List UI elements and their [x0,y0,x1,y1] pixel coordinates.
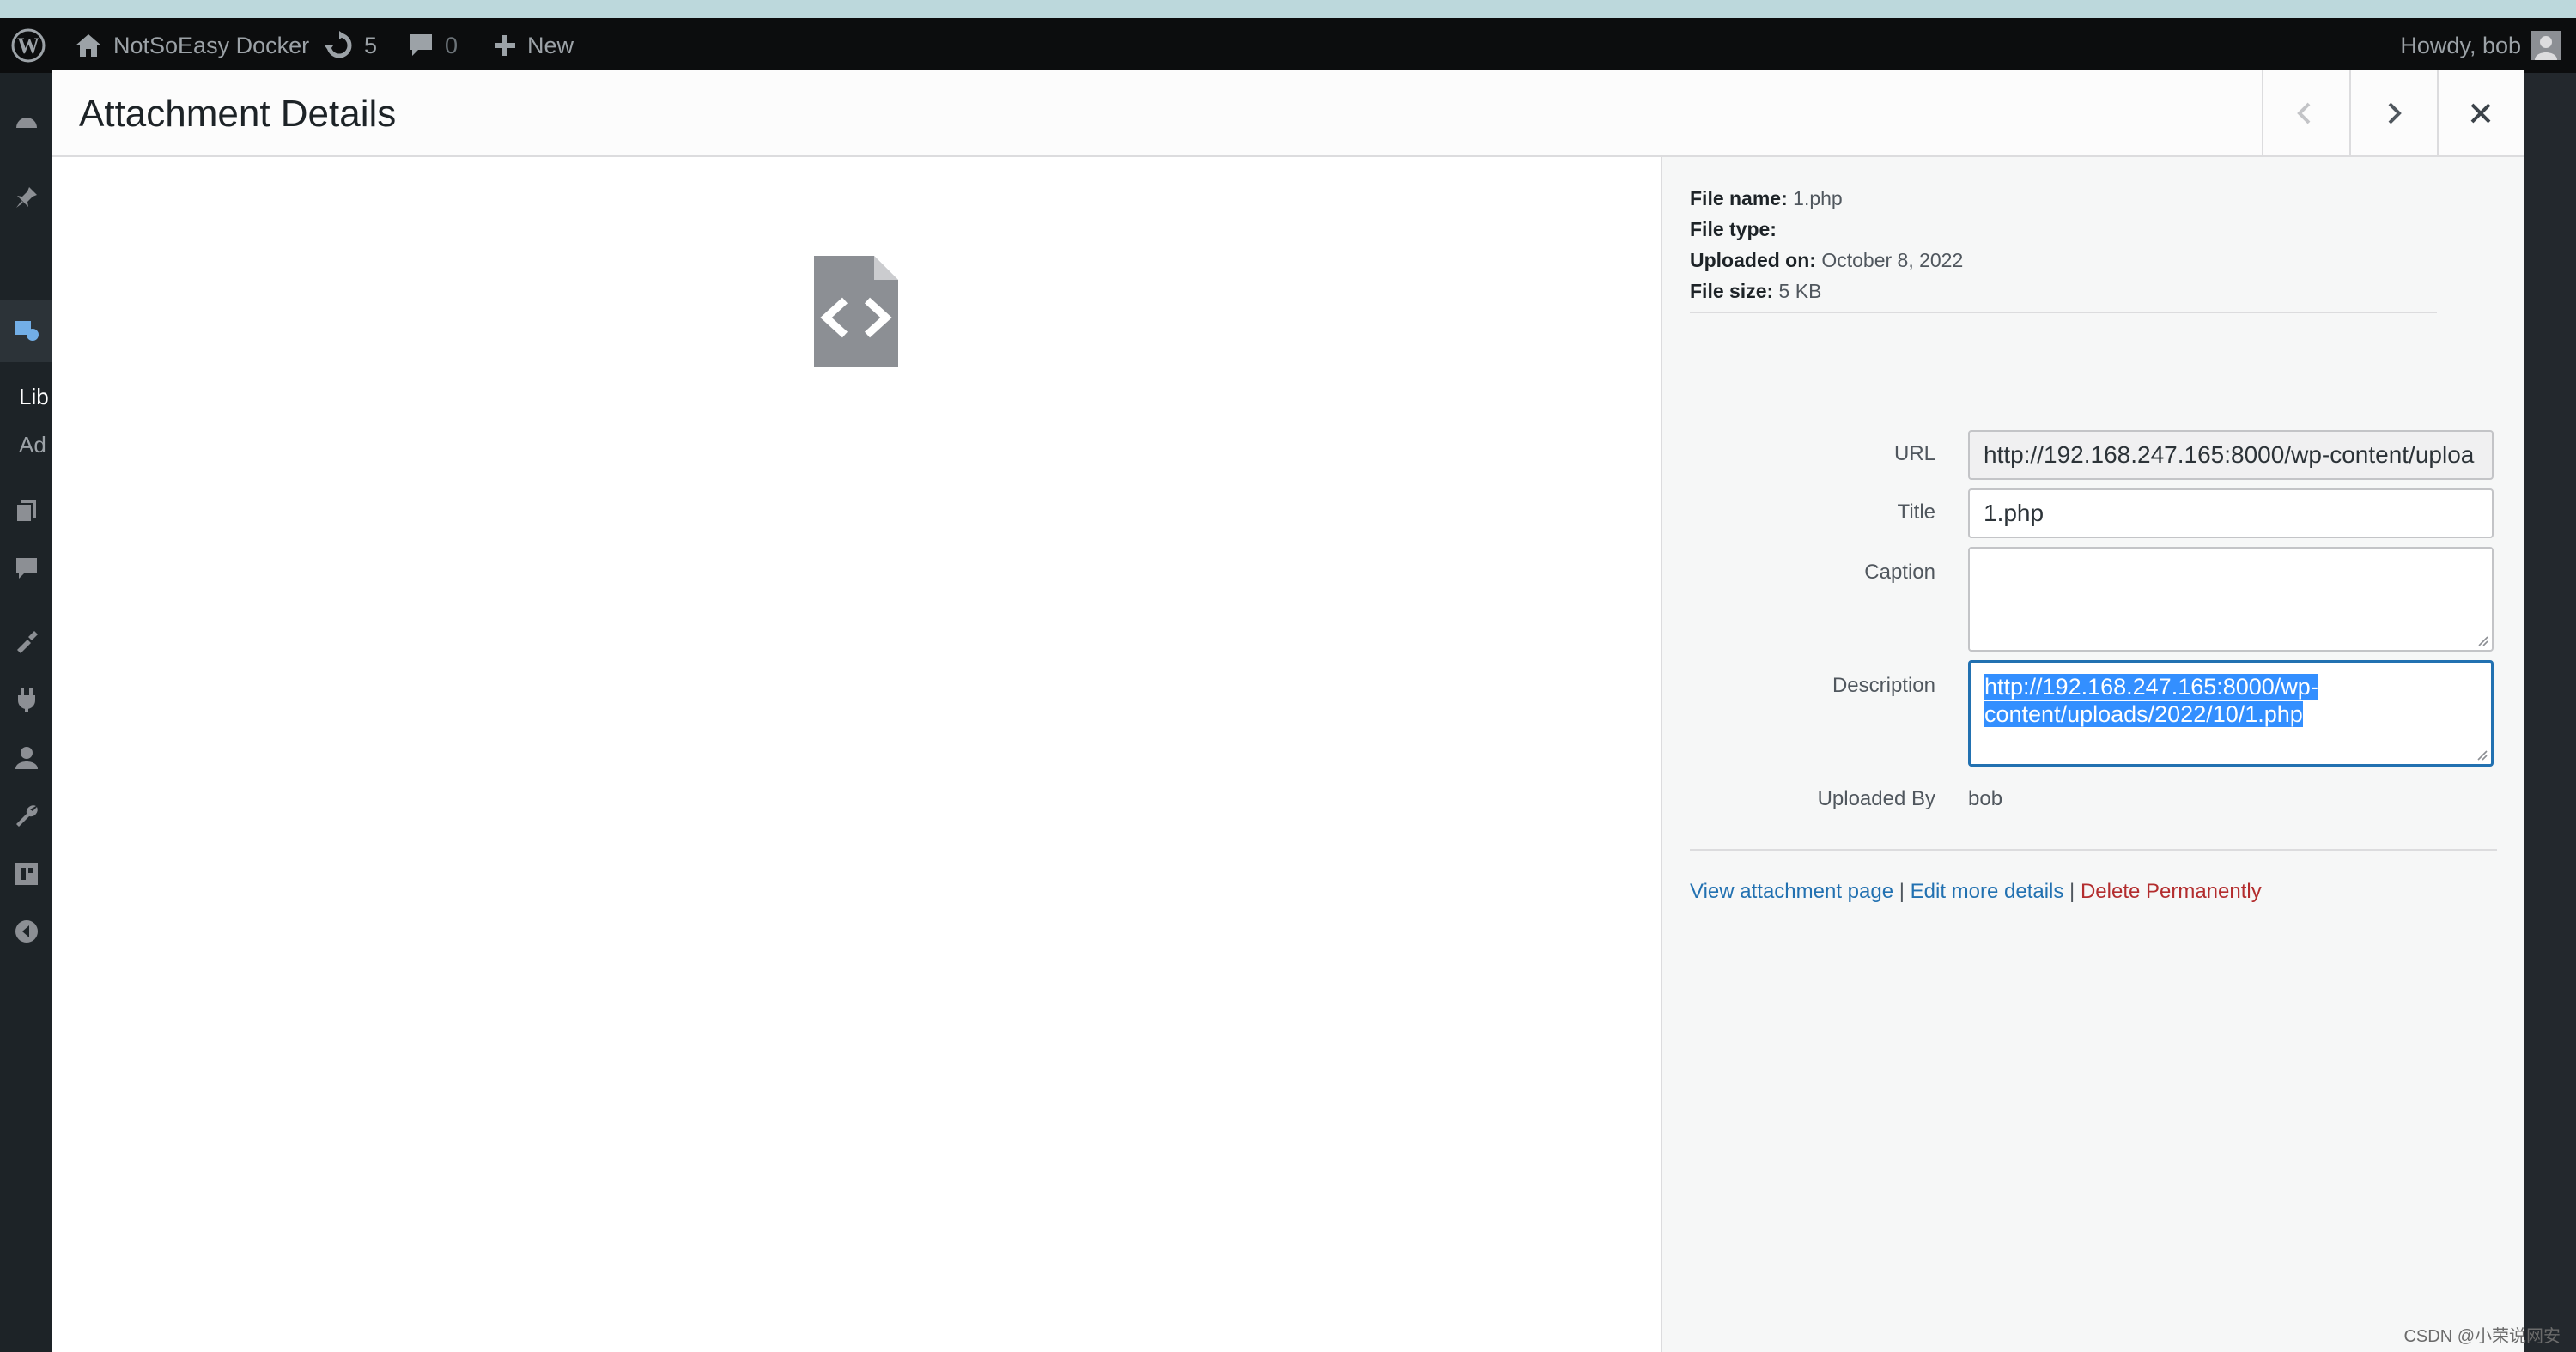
divider-top [1690,312,2437,313]
caption-label: Caption [1864,561,1935,584]
comments-link[interactable]: 0 [407,18,458,73]
howdy-text: Howdy, bob [2400,32,2521,58]
comments-menu-icon[interactable] [14,555,39,581]
comments-count: 0 [445,32,459,58]
media-icon[interactable] [14,318,39,343]
attachment-details-modal: Attachment Details File name: 1.php File… [52,70,2524,1352]
new-label: New [527,32,574,58]
delete-permanently-link[interactable]: Delete Permanently [2081,880,2262,903]
new-content-link[interactable]: New [493,18,574,73]
plugins-icon[interactable] [14,687,39,712]
wordpress-logo-button[interactable]: W [10,18,46,73]
admin-sidebar: Lib Ad [0,73,52,1352]
code-file-icon [814,256,898,367]
wordpress-icon: W [11,28,46,63]
comment-icon [410,34,432,56]
description-line-2: content/uploads/2022/10/1.php [1984,701,2303,727]
plus-icon [495,35,515,56]
my-account-link[interactable]: Howdy, bob [2400,18,2561,73]
chevron-left-icon [2297,102,2311,124]
close-modal-button[interactable] [2437,70,2523,156]
modal-title: Attachment Details [79,93,397,135]
page-background-right [2524,73,2576,1352]
attachment-actions: View attachment page | Edit more details… [1690,880,2262,904]
description-textarea[interactable]: http://192.168.247.165:8000/wp- content/… [1968,660,2494,767]
site-name: NotSoEasy Docker [113,32,310,58]
appearance-icon[interactable] [14,629,39,655]
updates-count: 5 [364,32,378,58]
file-size-value: 5 KB [1778,280,1822,302]
uploaded-by-label: Uploaded By [1817,787,1935,810]
previous-attachment-button[interactable] [2262,70,2348,156]
resize-grip-icon[interactable] [2476,749,2488,761]
file-name-value: 1.php [1793,187,1843,209]
resize-grip-icon[interactable] [2476,634,2488,646]
submenu-add-new[interactable]: Ad [19,432,46,458]
file-size-row: File size: 5 KB [1690,280,1822,302]
site-name-link[interactable]: NotSoEasy Docker [74,18,309,73]
divider-bottom [1690,849,2497,851]
uploaded-on-row: Uploaded on: October 8, 2022 [1690,249,1964,271]
close-icon [2470,103,2491,124]
tools-icon[interactable] [14,803,39,828]
caption-textarea[interactable] [1968,547,2494,652]
url-field[interactable]: http://192.168.247.165:8000/wp-content/u… [1968,430,2494,480]
svg-text:W: W [17,33,39,58]
actions-separator: | [2069,880,2075,903]
users-icon[interactable] [14,745,39,771]
edit-more-details-link[interactable]: Edit more details [1911,880,2064,903]
pages-icon[interactable] [14,498,39,524]
settings-icon[interactable] [14,861,39,887]
pin-icon[interactable] [14,185,39,210]
uploaded-by-value: bob [1968,787,2003,810]
next-attachment-button[interactable] [2349,70,2435,156]
modal-header: Attachment Details [52,70,2524,157]
updates-icon [325,31,352,58]
description-label: Description [1832,674,1935,697]
title-field[interactable]: 1.php [1968,488,2494,538]
avatar-icon [2531,31,2561,60]
attachment-preview [52,157,1661,1352]
actions-separator: | [1899,880,1905,903]
admin-bar: W NotSoEasy Docker 5 0 New Howdy, bob [0,18,2576,73]
updates-link[interactable]: 5 [325,18,377,73]
uploaded-on-value: October 8, 2022 [1821,249,1964,271]
url-label: URL [1893,442,1935,465]
window-top-strip [0,0,2576,18]
submenu-library[interactable]: Lib [19,384,49,410]
file-name-row: File name: 1.php [1690,187,1843,209]
file-metadata: File name: 1.php File type: Uploaded on:… [1690,183,1963,306]
chevron-right-icon [2388,102,2402,124]
home-icon [76,34,101,57]
collapse-menu-icon[interactable] [14,919,39,944]
dashboard-icon[interactable] [14,109,39,135]
attachment-info-panel: File name: 1.php File type: Uploaded on:… [1661,157,2524,1352]
title-label: Title [1897,500,1935,524]
file-type-row: File type: [1690,218,1777,240]
watermark-text: CSDN @小荣说网安 [2403,1327,2561,1346]
description-line-1: http://192.168.247.165:8000/wp- [1984,674,2318,700]
view-attachment-page-link[interactable]: View attachment page [1690,880,1893,903]
